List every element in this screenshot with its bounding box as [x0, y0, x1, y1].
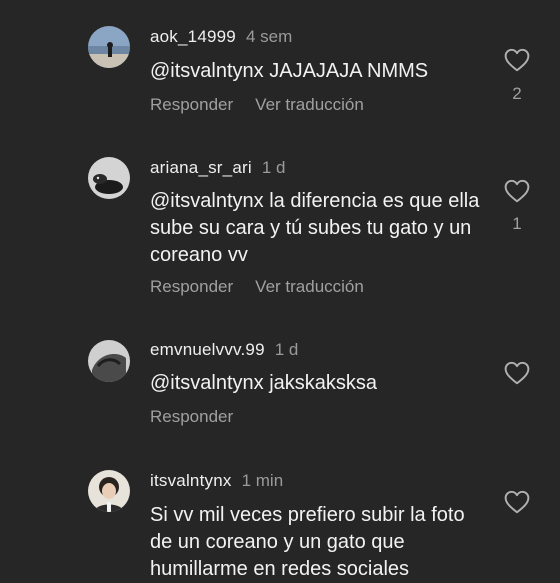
comment-text: Si vv mil veces prefiero subir la foto d… [150, 504, 465, 580]
timestamp: 4 sem [245, 27, 293, 46]
timestamp: 1 d [261, 158, 286, 177]
like-count: 2 [512, 84, 522, 103]
comment-header: itsvalntynx 1 min [150, 471, 283, 491]
avatar[interactable] [88, 470, 130, 512]
comment-text: @itsvalntynx JAJAJAJA NMMS [150, 60, 429, 82]
avatar[interactable] [88, 26, 130, 68]
like-count: 1 [512, 214, 522, 233]
avatar[interactable] [88, 340, 130, 382]
heart-outline-icon[interactable] [504, 361, 530, 385]
reply-button[interactable]: Responder [150, 277, 233, 296]
comment-header: aok_14999 4 sem [150, 27, 292, 47]
translate-button[interactable]: Ver traducción [255, 277, 364, 296]
username[interactable]: ariana_sr_ari [150, 158, 252, 177]
avatar[interactable] [88, 157, 130, 199]
heart-outline-icon[interactable] [504, 48, 530, 72]
reply-button[interactable]: Responder [150, 407, 233, 426]
username[interactable]: itsvalntynx [150, 471, 232, 490]
comment-text: @itsvalntynx la diferencia es que ella s… [150, 190, 480, 266]
timestamp: 1 min [241, 471, 284, 490]
username[interactable]: emvnuelvvv.99 [150, 340, 265, 359]
heart-outline-icon[interactable] [504, 490, 530, 514]
heart-outline-icon[interactable] [504, 179, 530, 203]
comment-actions: Responder Ver traducción [150, 277, 364, 297]
username[interactable]: aok_14999 [150, 27, 236, 46]
comment-header: ariana_sr_ari 1 d [150, 158, 285, 178]
comment-actions: Responder [150, 407, 233, 427]
comment-actions: Responder Ver traducción [150, 95, 364, 115]
translate-button[interactable]: Ver traducción [255, 95, 364, 114]
comment-text: @itsvalntynx jakskaksksa [150, 372, 378, 394]
timestamp: 1 d [274, 340, 299, 359]
comment-header: emvnuelvvv.99 1 d [150, 340, 298, 360]
reply-button[interactable]: Responder [150, 95, 233, 114]
